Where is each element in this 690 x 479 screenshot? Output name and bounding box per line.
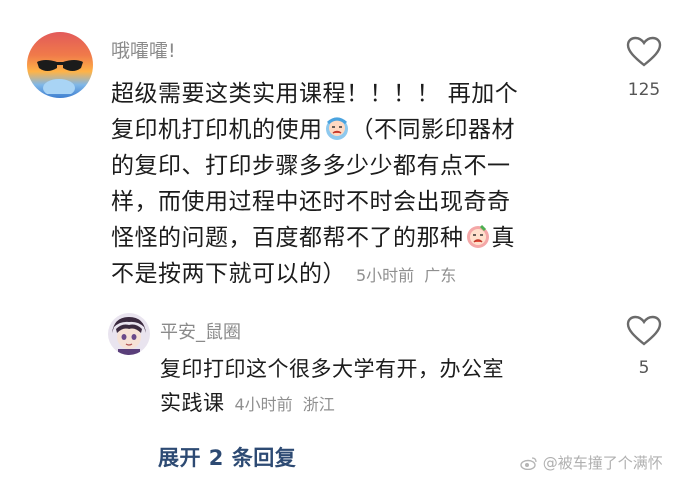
comment-line-text: 怪怪的问题，百度都帮不了的那种 <box>111 225 464 251</box>
comment-line-text: 不是按两下就可以的） <box>111 261 346 287</box>
expand-replies-button[interactable]: 展开 2 条回复 <box>158 442 296 472</box>
reply-time: 4小时前 <box>234 395 293 414</box>
comment-line: 样，而使用过程中还时不时会出现奇奇 <box>111 189 511 215</box>
comment-line: 不是按两下就可以的） 5小时前 广东 <box>111 256 581 294</box>
like-count: 125 <box>627 80 661 100</box>
comment-line: 复印机打印机的使用 （不同影印器材 <box>111 112 581 148</box>
comment-line-text: 复印机打印机的使用 <box>111 117 323 143</box>
comment-line-text: 真 <box>491 225 515 251</box>
comment-line: 超级需要这类实用课程！！！！ 再加个 <box>111 81 519 107</box>
anime-avatar-icon <box>112 317 146 355</box>
crying-emoji-icon <box>466 224 489 248</box>
sunglasses-icon <box>37 60 83 71</box>
comment-time: 5小时前 <box>356 266 415 285</box>
avatar-body-icon <box>43 79 75 94</box>
reply-body: 复印打印这个很多大学有开，办公室 实践课 4小时前 浙江 <box>160 352 600 422</box>
crying-emoji-icon <box>325 117 348 140</box>
reply-username[interactable]: 平安_鼠圈 <box>160 318 241 344</box>
avatar[interactable] <box>27 32 93 98</box>
comment-line-text: （不同影印器材 <box>350 117 515 143</box>
reply-like-heart-icon[interactable] <box>626 315 662 347</box>
reply-location: 浙江 <box>302 395 335 414</box>
reply-line-text: 实践课 <box>160 391 225 415</box>
comment-line: 怪怪的问题，百度都帮不了的那种 真 <box>111 220 581 256</box>
comment-body: 超级需要这类实用课程！！！！ 再加个 复印机打印机的使用 （不同影印器材 的复印、… <box>111 76 581 294</box>
reply-line: 实践课 4小时前 浙江 <box>160 386 600 422</box>
weibo-logo-icon <box>520 457 537 471</box>
comment-line: 的复印、打印步骤多多少少都有点不一 <box>111 153 511 179</box>
reply-avatar[interactable] <box>108 313 150 355</box>
comment-location: 广东 <box>424 266 457 285</box>
reply-line: 复印打印这个很多大学有开，办公室 <box>160 357 504 381</box>
watermark-text: @被车撞了个满怀 <box>542 454 663 472</box>
reply-like-count: 5 <box>638 358 650 378</box>
like-heart-icon[interactable] <box>626 36 662 68</box>
watermark: @被车撞了个满怀 <box>520 452 663 473</box>
comment-username[interactable]: 哦嚯嚯! <box>111 36 176 63</box>
